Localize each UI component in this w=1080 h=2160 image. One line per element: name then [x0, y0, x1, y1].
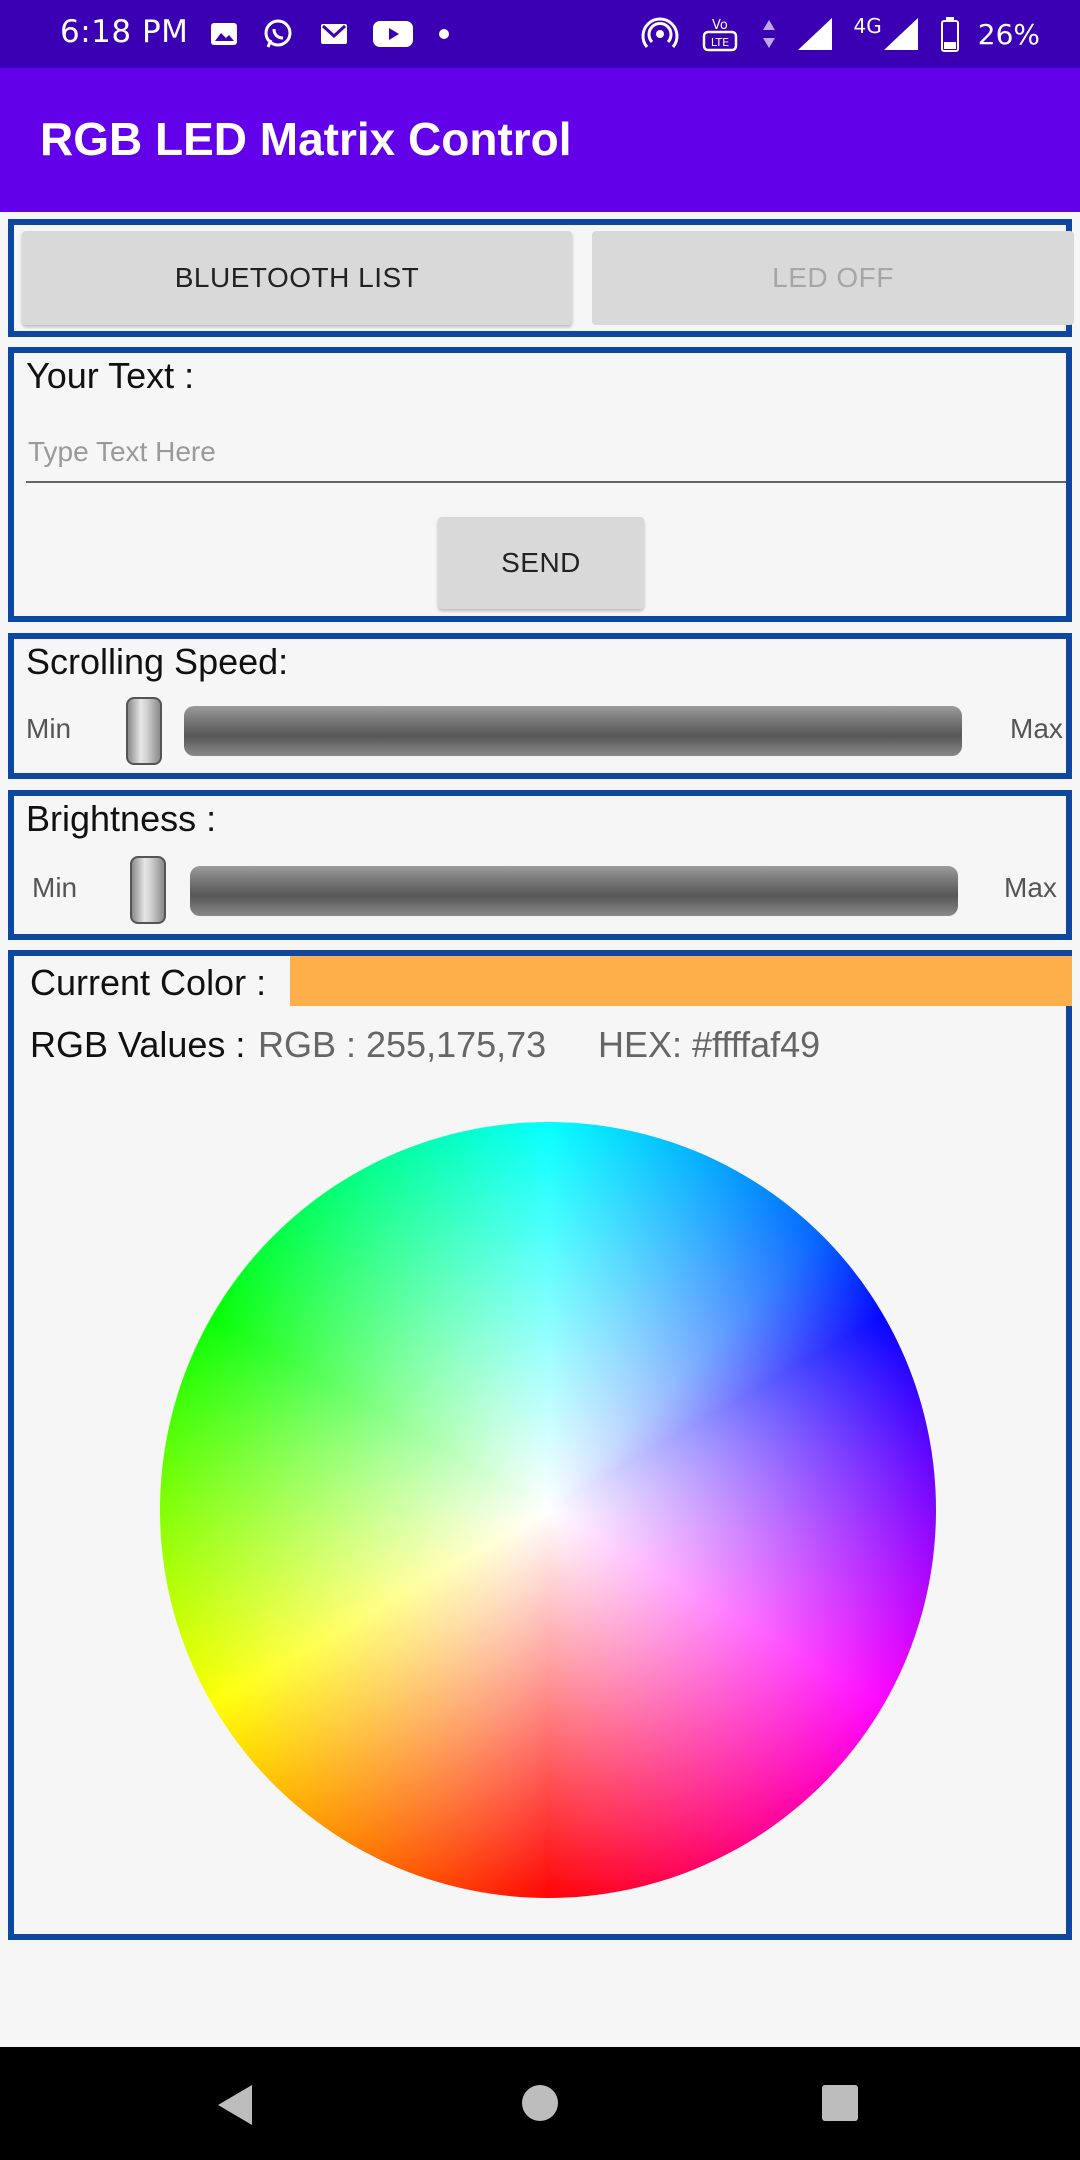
- svg-text:LTE: LTE: [710, 36, 728, 49]
- home-icon[interactable]: [522, 2085, 558, 2121]
- recent-apps-icon[interactable]: [822, 2085, 858, 2121]
- gallery-icon: [211, 23, 237, 45]
- speed-slider-track[interactable]: [184, 706, 962, 756]
- svg-text:Vo: Vo: [712, 18, 728, 33]
- led-off-button[interactable]: LED OFF: [592, 231, 1074, 325]
- brightness-slider-thumb[interactable]: [130, 856, 166, 924]
- controls-panel: BLUETOOTH LIST LED OFF: [8, 219, 1074, 337]
- more-dot-icon: [439, 29, 449, 39]
- whatsapp-icon: [264, 19, 292, 48]
- color-wheel[interactable]: [160, 1122, 936, 1898]
- rgb-values-label: RGB Values :: [30, 1024, 246, 1065]
- bluetooth-list-button[interactable]: BLUETOOTH LIST: [22, 231, 572, 325]
- volte-icon: LTE Vo: [702, 18, 737, 52]
- network-type: 4G: [853, 14, 882, 38]
- current-color-label: Current Color :: [30, 962, 267, 1003]
- speed-panel: Scrolling Speed: Min Max: [8, 633, 1072, 779]
- gmail-icon: [321, 24, 347, 44]
- brightness-min-label: Min: [32, 872, 78, 903]
- speed-label: Scrolling Speed:: [26, 641, 289, 682]
- status-bar: 6:18 PM LTE Vo 4G 26%: [0, 0, 1080, 68]
- speed-min-label: Min: [26, 713, 72, 744]
- text-input[interactable]: [26, 423, 1066, 483]
- current-color-swatch: [290, 956, 1072, 1006]
- brightness-panel: Brightness : Min Max: [8, 790, 1072, 940]
- data-arrows-icon: [762, 20, 775, 48]
- speed-max-label: Max: [1010, 713, 1063, 744]
- color-panel: Current Color : RGB Values : RGB : 255,1…: [8, 950, 1072, 1940]
- app-bar: RGB LED Matrix Control: [0, 68, 1080, 212]
- signal-4g-icon: [883, 18, 918, 50]
- send-button[interactable]: SEND: [438, 517, 644, 609]
- brightness-slider-track[interactable]: [190, 866, 958, 916]
- rgb-value-text: RGB : 255,175,73: [258, 1024, 547, 1065]
- status-right: LTE Vo 4G 26%: [640, 14, 1040, 54]
- brightness-label: Brightness :: [26, 798, 217, 839]
- hotspot-icon: [641, 17, 678, 48]
- your-text-label: Your Text :: [26, 355, 195, 396]
- status-time: 6:18 PM: [60, 14, 189, 50]
- app-title: RGB LED Matrix Control: [40, 113, 572, 165]
- text-panel: Your Text : SEND: [8, 347, 1072, 622]
- battery-icon: [940, 17, 959, 52]
- signal-icon: [797, 18, 832, 50]
- navigation-bar: [0, 2047, 1080, 2160]
- back-icon[interactable]: [218, 2085, 252, 2125]
- brightness-max-label: Max: [1004, 872, 1057, 903]
- speed-slider-thumb[interactable]: [126, 697, 162, 765]
- battery-percent: 26%: [977, 17, 1040, 51]
- youtube-icon: [373, 21, 413, 47]
- hex-value-text: HEX: #ffffaf49: [598, 1024, 821, 1065]
